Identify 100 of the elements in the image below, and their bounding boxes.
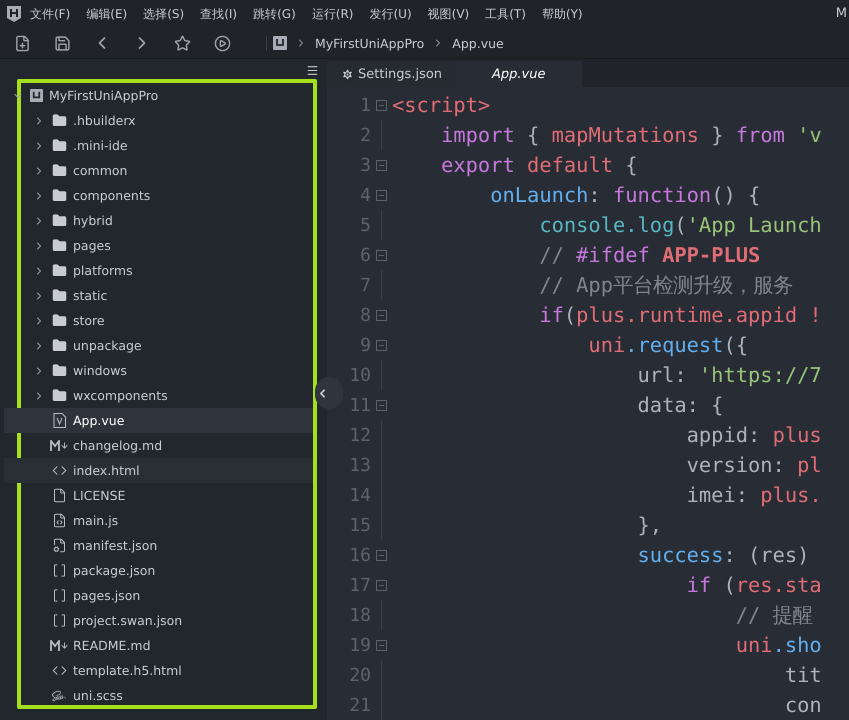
tree-item[interactable]: LICENSE [4,483,313,508]
line-number: 9 [359,334,371,356]
folder-icon [51,338,67,354]
line-number: 20 [348,664,371,686]
run-button[interactable] [212,33,232,53]
tree-item[interactable]: unpackage [4,333,313,358]
line-number: 16 [348,544,371,566]
folder-icon [51,388,67,404]
tree-item[interactable]: pages [4,233,313,258]
file-icon [51,488,67,504]
breadcrumb-item[interactable]: App.vue [452,36,504,50]
tree-item[interactable]: common [4,158,313,183]
code-line: uni.sho [734,633,822,657]
app-logo-icon [6,5,22,23]
gear-file-icon [51,538,67,554]
menu-item[interactable]: 选择(S) [135,6,192,22]
breadcrumb-item[interactable]: MyFirstUniAppPro [315,36,424,50]
tree-item[interactable]: README.md [4,633,313,658]
tree-item[interactable]: store [4,308,313,333]
tree-item[interactable]: .mini-ide [4,133,313,158]
tree-item[interactable]: MyFirstUniAppPro [4,83,313,108]
favorite-button[interactable] [172,33,192,53]
tree-item[interactable]: template.h5.html [4,658,313,683]
folder-icon [51,162,67,178]
markdown-icon [50,440,68,452]
project-icon [273,36,287,50]
line-number: 4 [359,184,371,206]
tree-item[interactable]: project.swan.json [4,608,313,633]
line-number: 19 [348,634,371,656]
menu-item[interactable]: 视图(V) [420,6,478,22]
menu-icon[interactable] [306,64,319,76]
folder-icon [51,288,67,304]
menu-item[interactable]: 文件(F) [22,6,78,22]
code-line: onLaunch: function() { [489,183,760,207]
code-line: tit [784,663,822,687]
folder-icon [51,112,67,128]
line-number: 17 [348,574,371,596]
tree-item[interactable]: hybrid [4,208,313,233]
tree-item[interactable]: .hbuilderx [4,108,313,133]
code-line: if(plus.runtime.appid ! [538,303,822,327]
code-line: uni.request({ [587,333,748,357]
line-number: 8 [359,304,371,326]
editor-tab[interactable]: Settings.json [327,61,456,87]
code-line: if (res.sta [686,573,822,597]
code-line: version: pl [686,453,822,477]
tree-item[interactable]: index.html [4,458,313,483]
code-line: <script> [392,93,490,117]
menu-item[interactable]: 工具(T) [477,6,534,22]
window-title: M [836,6,847,21]
editor-tab[interactable]: App.vue [456,61,582,87]
tree-item[interactable]: package.json [4,558,313,583]
menu-item[interactable]: 编辑(E) [78,6,136,22]
line-number: 14 [348,484,371,506]
tree-item[interactable]: wxcomponents [4,383,313,408]
line-number: 15 [348,514,371,536]
tree-item[interactable]: manifest.json [4,533,313,558]
line-number: 12 [348,424,371,446]
code-line: url: 'https://7 [636,363,822,387]
menu-item[interactable]: 发行(U) [361,6,420,22]
code-line: data: { [636,393,724,417]
menu-item[interactable]: 查找(I) [192,6,246,22]
folder-icon [51,262,67,278]
code-line: // #ifdef APP-PLUS [538,243,760,267]
code-line: import { mapMutations } from 'v [440,123,822,147]
vue-file-icon [52,413,66,428]
tree-item[interactable]: windows [4,358,313,383]
tree-item[interactable]: static [4,283,313,308]
line-number: 5 [359,214,371,236]
code-line: // App平台检测升级，服务 [538,272,793,299]
brackets-icon [51,588,67,604]
line-number: 18 [348,604,371,626]
line-number: 7 [359,274,371,296]
tree-item[interactable]: uni.scss [4,683,313,708]
tree-item[interactable]: platforms [4,258,313,283]
line-number: 21 [348,694,371,716]
code-line: console.log('App Launch [538,213,822,237]
folder-icon [51,312,67,328]
folder-icon [51,362,67,378]
code-line: // 提醒 [734,602,813,629]
line-number: 2 [359,124,371,146]
folder-icon [51,238,67,254]
brackets-icon [51,562,67,578]
brackets-icon [51,612,67,628]
code-line: con [784,693,822,717]
menu-item[interactable]: 帮助(Y) [534,6,591,22]
tree-item[interactable]: changelog.md [4,433,313,458]
tree-item[interactable]: App.vue [4,408,313,433]
tree-item[interactable]: components [4,183,313,208]
line-number: 10 [348,364,371,386]
code-file-icon [51,512,67,528]
folder-icon [51,188,67,204]
tree-item[interactable]: main.js [4,508,313,533]
gear-icon [341,68,354,80]
code-line: }, [636,513,662,537]
project-icon [30,89,43,102]
line-number: 13 [348,454,371,476]
tree-item[interactable]: pages.json [4,583,313,608]
menu-item[interactable]: 跳转(G) [245,6,304,22]
line-number: 6 [359,244,371,266]
menu-item[interactable]: 运行(R) [304,6,362,22]
